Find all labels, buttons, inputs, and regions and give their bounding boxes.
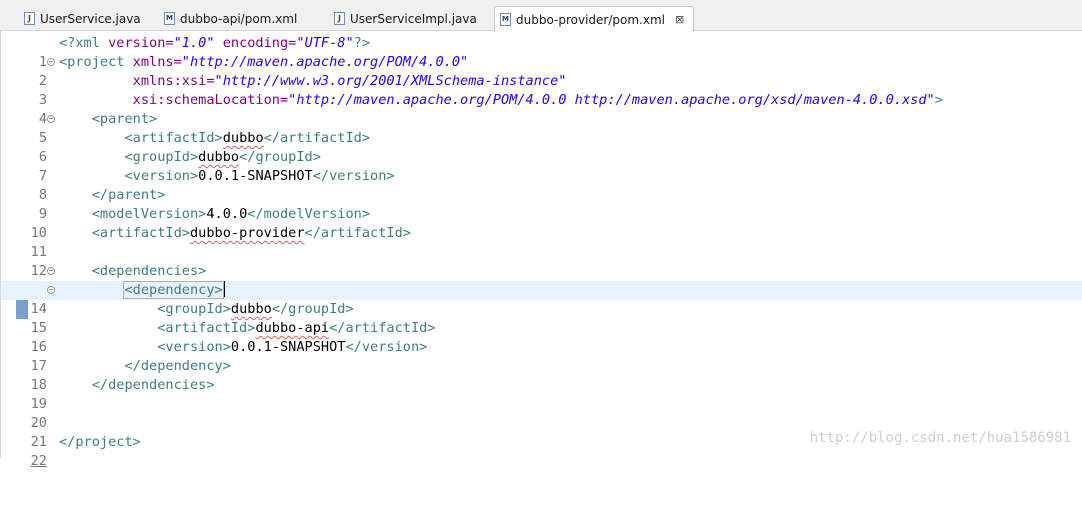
code-line[interactable]: 9 </parent> [1, 186, 1082, 222]
close-tab-icon[interactable]: ⊠ [675, 8, 684, 32]
tab-userservice-java[interactable]: J UserService.java [19, 6, 157, 31]
fold-collapse-icon[interactable]: − [47, 58, 55, 66]
code-line[interactable]: 6 <artifactId>dubbo</artifactId> [1, 129, 1082, 165]
code-line-current[interactable]: 14 − <dependency> [1, 281, 1082, 317]
line-number: 22 [30, 453, 47, 469]
editor-tab-bar: J UserService.java M dubbo-api/pom.xml J… [0, 0, 1082, 32]
code-line[interactable]: 20 [1, 395, 1082, 431]
code-line[interactable]: 11 <artifactId>dubbo-provider</artifactI… [1, 224, 1082, 260]
fold-collapse-icon[interactable]: − [47, 115, 55, 123]
code-line[interactable]: 15 <groupId>dubbo</groupId> [1, 300, 1082, 336]
code-line[interactable]: 13 − <dependencies> [1, 262, 1082, 298]
code-line[interactable]: 18 </dependency> [1, 357, 1082, 393]
code-line[interactable]: 1 <?xml version="1.0" encoding="UTF-8"?> [1, 34, 1082, 70]
tab-userserviceimpl-java[interactable]: J UserServiceImpl.java [329, 6, 494, 31]
java-file-icon: J [334, 12, 345, 25]
xml-editor[interactable]: 1 <?xml version="1.0" encoding="UTF-8"?>… [0, 31, 1082, 469]
code-line[interactable]: 19 </dependencies> [1, 376, 1082, 412]
text-caret [223, 281, 225, 297]
tab-label: UserService.java [40, 11, 141, 26]
code-line[interactable]: 7 <groupId>dubbo</groupId> [1, 148, 1082, 184]
watermark: http://blog.csdn.net/hua1586981 [809, 430, 1071, 446]
tab-dubbo-api-pom[interactable]: M dubbo-api/pom.xml [159, 6, 329, 31]
code-line[interactable]: 5 − <parent> [1, 110, 1082, 146]
tab-label: dubbo-api/pom.xml [180, 11, 298, 26]
code-line[interactable]: 10 <modelVersion>4.0.0</modelVersion> [1, 205, 1082, 241]
fold-collapse-icon[interactable]: − [47, 286, 55, 294]
code-line[interactable]: 17 <version>0.0.1-SNAPSHOT</version> [1, 338, 1082, 374]
code-line[interactable]: 8 <version>0.0.1-SNAPSHOT</version> [1, 167, 1082, 203]
tab-dubbo-provider-pom[interactable]: M dubbo-provider/pom.xml ⊠ [494, 6, 694, 32]
code-line[interactable]: 2 − <project xmlns="http://maven.apache.… [1, 53, 1082, 89]
tab-label: UserServiceImpl.java [350, 11, 477, 26]
code-line[interactable]: 12 [1, 243, 1082, 279]
xml-file-icon: M [164, 12, 175, 25]
code-line[interactable]: 16 <artifactId>dubbo-api</artifactId> [1, 319, 1082, 355]
xml-file-icon: M [500, 13, 511, 26]
java-file-icon: J [24, 12, 35, 25]
code-line[interactable]: 3 xmlns:xsi="http://www.w3.org/2001/XMLS… [1, 72, 1082, 108]
fold-collapse-icon[interactable]: − [47, 267, 55, 275]
tab-label: dubbo-provider/pom.xml [516, 12, 665, 27]
code-line[interactable]: 4 xsi:schemaLocation="http://maven.apach… [1, 91, 1082, 127]
